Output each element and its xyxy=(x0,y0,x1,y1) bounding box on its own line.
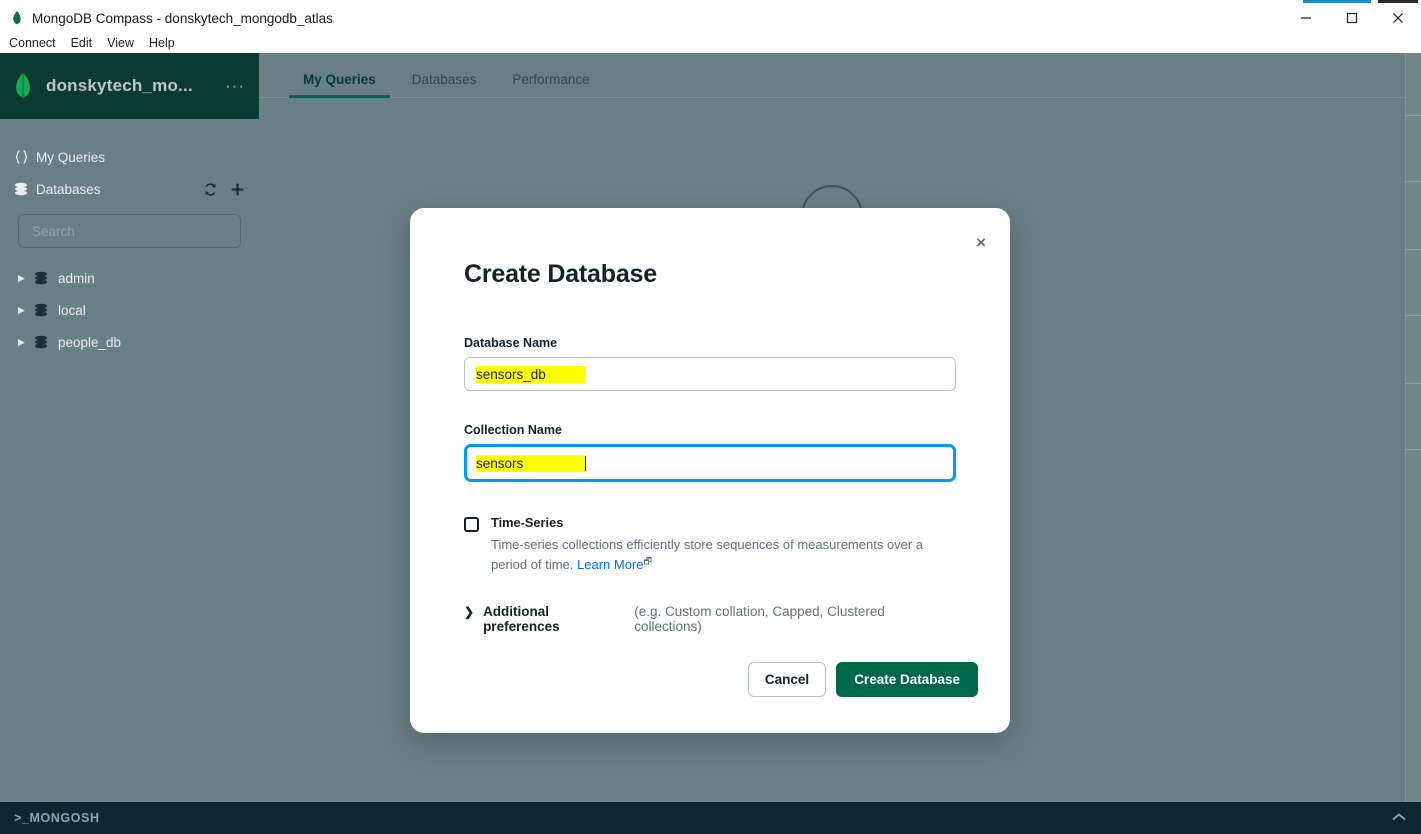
sidebar-item-databases[interactable]: Databases xyxy=(0,173,259,205)
database-list-item[interactable]: ▶ local xyxy=(0,294,259,326)
menu-item-view[interactable]: View xyxy=(107,36,134,50)
plus-icon xyxy=(230,182,245,197)
create-database-button[interactable]: Create Database xyxy=(836,662,978,697)
tab-databases[interactable]: Databases xyxy=(398,72,491,97)
close-modal-button[interactable]: × xyxy=(976,234,986,251)
chevron-up-icon xyxy=(1391,812,1407,822)
sidebar-search-box[interactable] xyxy=(18,214,241,248)
database-icon xyxy=(34,335,58,349)
database-name: people_db xyxy=(58,335,121,350)
app-body: donskytech_mo... ··· My Queries Dat xyxy=(0,53,1421,802)
create-database-button[interactable] xyxy=(230,182,245,197)
additional-preferences-hint: (e.g. Custom collation, Capped, Clustere… xyxy=(634,604,956,634)
minimize-icon xyxy=(1300,12,1312,24)
collection-name-label: Collection Name xyxy=(464,423,956,437)
database-name-field: Database Name sensors_db xyxy=(464,336,956,391)
additional-preferences-label: Additional preferences xyxy=(483,604,629,634)
maximize-button[interactable] xyxy=(1329,0,1375,36)
learn-more-link[interactable]: Learn More xyxy=(577,557,643,572)
database-list-item[interactable]: ▶ people_db xyxy=(0,326,259,358)
mongodb-leaf-icon xyxy=(14,73,32,99)
mongosh-bar[interactable]: >_MONGOSH xyxy=(0,802,1421,834)
time-series-description: Time-series collections efficiently stor… xyxy=(491,535,956,574)
mongosh-expand-button[interactable] xyxy=(1391,809,1407,827)
window-title: MongoDB Compass - donskytech_mongodb_atl… xyxy=(32,11,333,26)
database-list-item[interactable]: ▶ admin xyxy=(0,262,259,294)
database-name-input[interactable]: sensors_db xyxy=(464,357,956,391)
collection-name-value: sensors xyxy=(476,455,586,472)
modal-button-row: Cancel Create Database xyxy=(748,662,978,697)
collection-name-input[interactable]: sensors xyxy=(464,444,956,482)
close-icon xyxy=(1392,12,1404,24)
database-name-value: sensors_db xyxy=(476,366,586,383)
time-series-description-text: Time-series collections efficiently stor… xyxy=(491,537,923,572)
time-series-section: Time-Series Time-series collections effi… xyxy=(464,515,956,574)
database-name: local xyxy=(58,303,86,318)
mongosh-label: >_MONGOSH xyxy=(14,811,100,825)
close-button[interactable] xyxy=(1375,0,1421,36)
chevron-right-icon[interactable]: ▶ xyxy=(18,305,34,316)
sidebar-connection-header[interactable]: donskytech_mo... ··· xyxy=(0,53,259,119)
time-series-checkbox[interactable] xyxy=(464,517,479,532)
tab-bar: My Queries Databases Performance xyxy=(259,53,1421,98)
refresh-icon xyxy=(203,182,218,197)
text-cursor xyxy=(585,456,586,471)
menu-item-edit[interactable]: Edit xyxy=(71,36,93,50)
mongodb-leaf-icon xyxy=(12,11,22,25)
offscreen-panel-sliver xyxy=(1405,53,1421,802)
collection-name-field: Collection Name sensors xyxy=(464,423,956,482)
window-titlebar: MongoDB Compass - donskytech_mongodb_atl… xyxy=(0,0,1421,36)
minimize-button[interactable] xyxy=(1283,0,1329,36)
sidebar-overflow-menu-icon[interactable]: ··· xyxy=(219,76,245,96)
braces-icon xyxy=(14,150,36,164)
additional-preferences-toggle[interactable]: ❯ Additional preferences (e.g. Custom co… xyxy=(464,604,956,634)
maximize-icon xyxy=(1346,12,1358,24)
sidebar-item-my-queries[interactable]: My Queries xyxy=(0,141,259,173)
sidebar: donskytech_mo... ··· My Queries Dat xyxy=(0,53,259,802)
menu-item-help[interactable]: Help xyxy=(149,36,175,50)
cancel-button[interactable]: Cancel xyxy=(748,662,826,697)
database-icon xyxy=(34,303,58,317)
sidebar-item-label: My Queries xyxy=(36,150,245,165)
menubar: Connect Edit View Help xyxy=(0,33,1421,53)
sidebar-connection-name: donskytech_mo... xyxy=(46,76,219,96)
menu-item-connect[interactable]: Connect xyxy=(9,36,56,50)
search-input[interactable] xyxy=(32,224,227,239)
window-controls xyxy=(1283,0,1421,36)
database-list: ▶ admin ▶ xyxy=(0,262,259,358)
refresh-databases-button[interactable] xyxy=(203,182,218,197)
chevron-right-icon[interactable]: ▶ xyxy=(18,273,34,284)
chevron-right-icon: ❯ xyxy=(464,605,474,619)
time-series-label: Time-Series xyxy=(491,515,956,530)
chevron-right-icon[interactable]: ▶ xyxy=(18,337,34,348)
sidebar-item-label: Databases xyxy=(36,182,203,197)
database-name: admin xyxy=(58,271,95,286)
tab-my-queries[interactable]: My Queries xyxy=(289,72,390,97)
create-database-modal: × Create Database Database Name sensors_… xyxy=(410,208,1010,733)
modal-title: Create Database xyxy=(464,260,978,289)
database-name-label: Database Name xyxy=(464,336,956,350)
external-link-icon: 🗗 xyxy=(643,556,651,566)
tab-performance[interactable]: Performance xyxy=(498,72,603,97)
database-icon xyxy=(14,182,36,196)
database-icon xyxy=(34,271,58,285)
